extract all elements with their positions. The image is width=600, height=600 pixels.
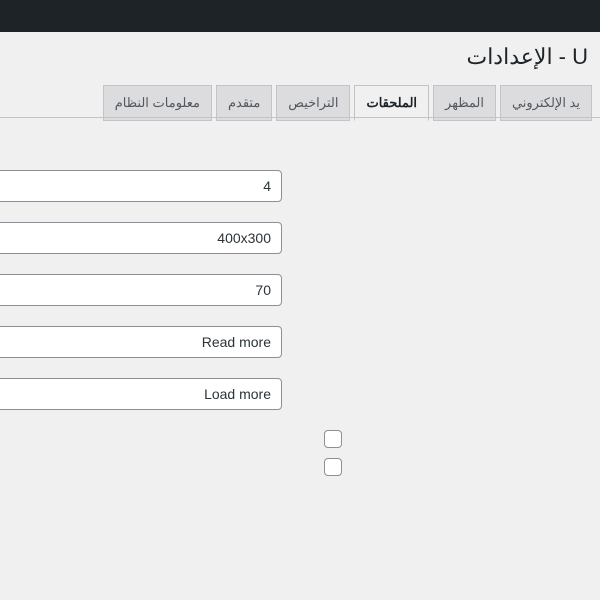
- settings-tabs: يد الإلكتروني المظهر الملحقات التراخيص م…: [99, 84, 592, 120]
- admin-topbar: [0, 0, 600, 32]
- tab-email[interactable]: يد الإلكتروني: [500, 85, 592, 121]
- option-checkbox-1[interactable]: [324, 430, 342, 448]
- tab-advanced[interactable]: متقدم: [216, 85, 272, 121]
- loadmore-input[interactable]: [0, 378, 282, 410]
- page-title: U - الإعدادات: [466, 44, 588, 70]
- size-input[interactable]: [0, 222, 282, 254]
- tab-licenses[interactable]: التراخيص: [276, 85, 350, 121]
- count-input[interactable]: [0, 170, 282, 202]
- quality-input[interactable]: [0, 274, 282, 306]
- readmore-input[interactable]: [0, 326, 282, 358]
- tabs-divider: [0, 117, 600, 118]
- tab-system-info[interactable]: معلومات النظام: [103, 85, 212, 121]
- tab-appearance[interactable]: المظهر: [433, 85, 496, 121]
- tab-extensions[interactable]: الملحقات: [354, 85, 429, 121]
- option-checkbox-2[interactable]: [324, 458, 342, 476]
- settings-form: [0, 170, 282, 458]
